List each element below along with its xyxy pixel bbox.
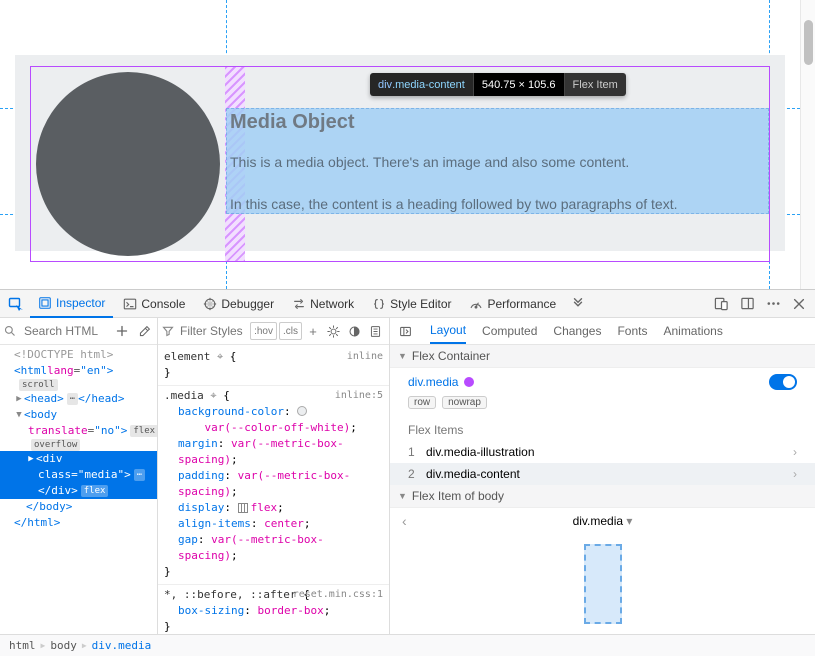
print-media-icon[interactable] bbox=[366, 322, 385, 340]
dom-tree[interactable]: <!DOCTYPE html> <html lang="en"> scroll … bbox=[0, 345, 157, 634]
more-options-icon[interactable] bbox=[761, 292, 785, 316]
page-viewport: Media Object This is a media object. The… bbox=[0, 0, 815, 289]
devtools-toolbar: Inspector Console Debugger Network Style… bbox=[0, 290, 815, 318]
responsive-mode-icon[interactable] bbox=[709, 292, 733, 316]
flex-item-diagram bbox=[390, 534, 815, 634]
flex-item-row[interactable]: 1 div.media-illustration › bbox=[390, 441, 815, 463]
section-flex-item-of[interactable]: ▼Flex Item of body bbox=[390, 485, 815, 508]
close-devtools-icon[interactable] bbox=[787, 292, 811, 316]
devtools-panel: Inspector Console Debugger Network Style… bbox=[0, 289, 815, 656]
light-scheme-icon[interactable] bbox=[324, 322, 343, 340]
breadcrumb-item[interactable]: div.media bbox=[89, 639, 155, 652]
media-illustration bbox=[31, 67, 225, 261]
node-picker-icon[interactable] bbox=[4, 292, 28, 316]
layout-panel: Layout Computed Changes Fonts Animations… bbox=[390, 318, 815, 634]
overflow-menu-icon[interactable] bbox=[566, 292, 590, 316]
flex-direction-pill: row bbox=[408, 396, 436, 409]
cls-toggle[interactable]: .cls bbox=[279, 322, 302, 340]
chevron-right-icon: › bbox=[793, 467, 797, 481]
flex-items-header: Flex Items bbox=[390, 415, 815, 441]
element-info-tooltip: div.media-content 540.75 × 105.6 Flex It… bbox=[370, 73, 626, 96]
overlay-toggle[interactable] bbox=[769, 374, 797, 390]
eyedropper-icon[interactable] bbox=[135, 322, 153, 340]
tab-changes[interactable]: Changes bbox=[553, 318, 601, 344]
markup-panel: <!DOCTYPE html> <html lang="en"> scroll … bbox=[0, 318, 158, 634]
css-rules-list[interactable]: inline element ⌖ {} inline:5 .media ⌖ { … bbox=[158, 345, 389, 634]
search-icon bbox=[4, 325, 16, 337]
tab-fonts[interactable]: Fonts bbox=[617, 318, 647, 344]
flex-wrap-pill: nowrap bbox=[442, 396, 487, 409]
media-paragraph: In this case, the content is a heading f… bbox=[230, 196, 678, 212]
tab-debugger[interactable]: Debugger bbox=[195, 292, 282, 316]
section-flex-container[interactable]: ▼Flex Container bbox=[390, 345, 815, 368]
tab-animations[interactable]: Animations bbox=[663, 318, 722, 344]
tab-layout[interactable]: Layout bbox=[430, 318, 466, 344]
sidebar-toggle-icon[interactable] bbox=[396, 322, 414, 340]
add-element-icon[interactable] bbox=[113, 322, 131, 340]
filter-styles-input[interactable] bbox=[176, 322, 248, 340]
tab-inspector[interactable]: Inspector bbox=[30, 290, 113, 318]
search-html-input[interactable] bbox=[20, 322, 109, 340]
media-paragraph: This is a media object. There's an image… bbox=[230, 154, 629, 170]
back-button[interactable]: ‹ bbox=[402, 513, 407, 529]
rules-panel: :hov .cls + inline element ⌖ {} bbox=[158, 318, 390, 634]
hov-toggle[interactable]: :hov bbox=[250, 322, 277, 340]
filter-icon bbox=[162, 325, 174, 337]
tab-console[interactable]: Console bbox=[115, 292, 193, 316]
tab-performance[interactable]: Performance bbox=[461, 292, 564, 316]
dark-scheme-icon[interactable] bbox=[345, 322, 364, 340]
page-scrollbar[interactable] bbox=[800, 0, 815, 289]
breadcrumb-item[interactable]: html bbox=[6, 639, 39, 652]
tab-network[interactable]: Network bbox=[284, 292, 362, 316]
chevron-right-icon: › bbox=[793, 445, 797, 459]
selected-node[interactable]: ▶<div bbox=[0, 451, 157, 467]
flex-item-row[interactable]: 2 div.media-content › bbox=[390, 463, 815, 485]
tab-computed[interactable]: Computed bbox=[482, 318, 537, 344]
breadcrumb-item[interactable]: body bbox=[47, 639, 80, 652]
circle-placeholder-image bbox=[36, 72, 220, 256]
breadcrumb: html ▶ body ▶ div.media bbox=[0, 634, 815, 656]
tab-style-editor[interactable]: Style Editor bbox=[364, 292, 459, 316]
new-rule-icon[interactable]: + bbox=[304, 322, 322, 340]
overlay-color-swatch[interactable] bbox=[464, 377, 474, 387]
dock-side-icon[interactable] bbox=[735, 292, 759, 316]
media-heading: Media Object bbox=[230, 111, 354, 134]
